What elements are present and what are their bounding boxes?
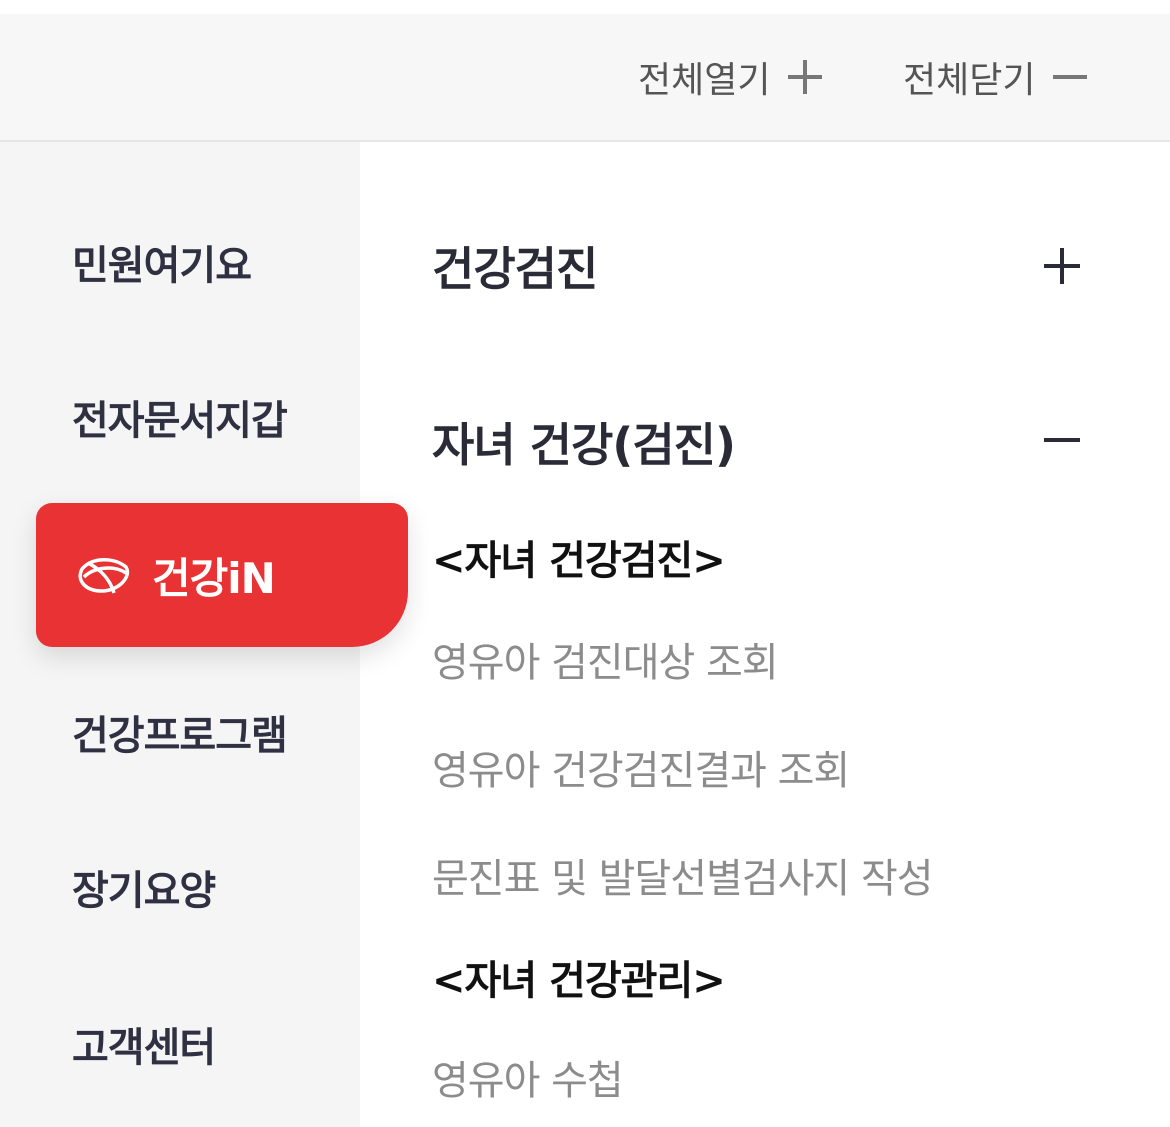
sidebar-item-civil-service[interactable]: 민원여기요 bbox=[72, 222, 252, 302]
sidebar-item-label: 민원여기요 bbox=[72, 243, 252, 289]
collapse-all-label: 전체닫기 bbox=[903, 60, 1036, 101]
expand-all-button[interactable]: 전체열기 bbox=[638, 14, 824, 140]
group-heading-child-care: <자녀 건강관리> bbox=[432, 947, 726, 1007]
sidebar-item-long-term-care[interactable]: 장기요양 bbox=[72, 847, 216, 927]
link-infant-checkup-target[interactable]: 영유아 검진대상 조회 bbox=[432, 629, 779, 689]
minus-icon bbox=[1053, 75, 1088, 79]
group-heading-text: <자녀 건강관리> bbox=[432, 958, 726, 1004]
link-text: 영유아 수첩 bbox=[432, 1058, 624, 1104]
plus-icon bbox=[1044, 248, 1080, 284]
app-root: 전체열기 전체닫기 민원여기요 전자문서지갑 건강프로그램 장기요양 고객센터 bbox=[0, 0, 1170, 1127]
expand-all-label: 전체열기 bbox=[638, 60, 771, 101]
link-infant-checkup-result[interactable]: 영유아 건강검진결과 조회 bbox=[432, 737, 850, 797]
minus-icon bbox=[1044, 438, 1080, 442]
collapse-all-button[interactable]: 전체닫기 bbox=[903, 14, 1089, 140]
group-heading-child-checkup: <자녀 건강검진> bbox=[432, 527, 726, 587]
sidebar-item-customer-center[interactable]: 고객센터 bbox=[72, 1004, 216, 1084]
sidebar-item-label: 건강프로그램 bbox=[72, 713, 288, 759]
link-text: 문진표 및 발달선별검사지 작성 bbox=[432, 856, 934, 902]
sidebar-item-label: 건강iN bbox=[152, 553, 276, 603]
sidebar-item-label: 고객센터 bbox=[72, 1025, 216, 1071]
link-infant-handbook[interactable]: 영유아 수첩 bbox=[432, 1047, 624, 1107]
sidebar-item-health-in[interactable]: 건강iN bbox=[36, 503, 408, 647]
section-health-checkup-title[interactable]: 건강검진 bbox=[432, 226, 598, 306]
section-child-health-toggle[interactable] bbox=[1040, 418, 1084, 462]
sidebar-item-label: 전자문서지갑 bbox=[72, 398, 288, 444]
link-text: 영유아 검진대상 조회 bbox=[432, 640, 779, 686]
link-text: 영유아 건강검진결과 조회 bbox=[432, 748, 850, 794]
section-title-text: 건강검진 bbox=[432, 242, 598, 296]
health-logo-icon bbox=[78, 558, 130, 594]
sidebar-item-health-program[interactable]: 건강프로그램 bbox=[72, 692, 288, 772]
top-toolbar: 전체열기 전체닫기 bbox=[0, 14, 1170, 142]
section-title-text: 자녀 건강(검진) bbox=[432, 418, 736, 472]
section-health-checkup-toggle[interactable] bbox=[1040, 244, 1084, 288]
menu-content: 건강검진 자녀 건강(검진) <자녀 건강검진> 영유아 검진대상 조회 영유아… bbox=[360, 142, 1170, 1127]
section-child-health-title[interactable]: 자녀 건강(검진) bbox=[432, 402, 736, 482]
sidebar-item-e-document-wallet[interactable]: 전자문서지갑 bbox=[72, 377, 288, 457]
sidebar-item-label: 장기요양 bbox=[72, 868, 216, 914]
group-heading-text: <자녀 건강검진> bbox=[432, 538, 726, 584]
plus-icon bbox=[788, 60, 823, 94]
link-questionnaire-screening[interactable]: 문진표 및 발달선별검사지 작성 bbox=[432, 845, 934, 905]
